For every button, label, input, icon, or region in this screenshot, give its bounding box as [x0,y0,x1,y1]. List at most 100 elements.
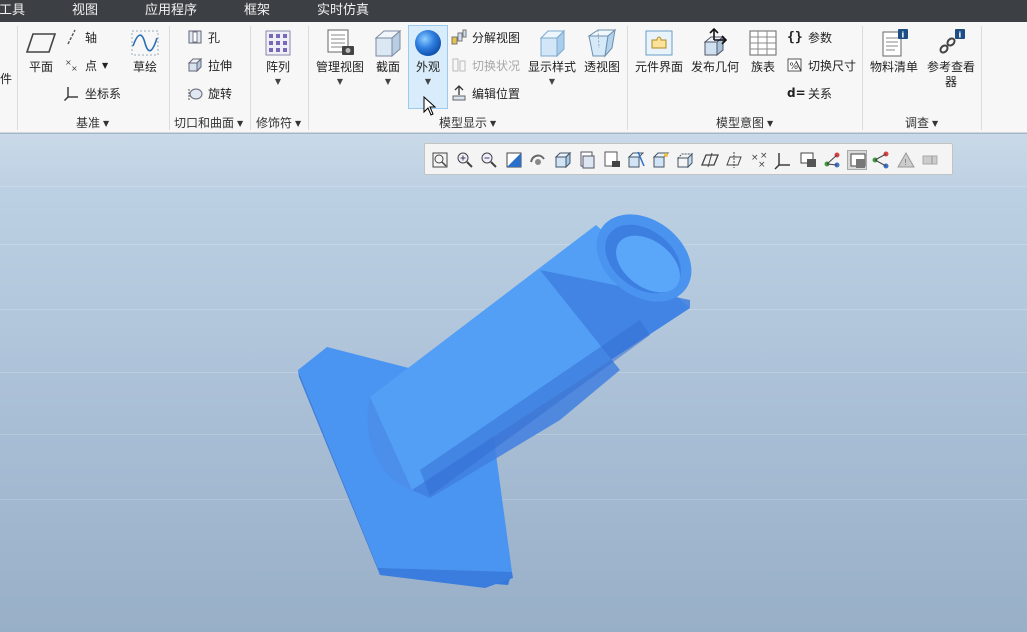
family-table-button[interactable]: 族表 [746,28,780,75]
datum-group-label[interactable]: 基准 ▼ [76,114,109,131]
model-intent-group-text: 模型意图 [716,116,765,130]
point-icon: × × [65,58,78,73]
revolve-button[interactable]: 旋转 [187,83,232,103]
exploded-view-label: 分解视图 [472,30,521,45]
annotation-display-icon[interactable] [798,150,818,170]
mouse-cursor-icon [423,96,437,116]
axis-icon [67,29,76,45]
appearance-button[interactable]: 外观 ▼ [410,28,446,87]
perspective-button[interactable]: 透视图 [583,28,621,75]
perspective-icon[interactable] [651,150,671,170]
separator [308,26,309,130]
menu-framework[interactable]: 框架 [244,2,270,19]
partial-left-label[interactable]: 件 [0,68,12,88]
axis-button[interactable]: 轴 [64,27,97,47]
repaint-icon[interactable] [504,150,524,170]
edit-position-label: 编辑位置 [472,86,521,101]
csys-label: 坐标系 [85,86,122,101]
spin-toggle-icon[interactable] [822,150,842,170]
datum-plane-display-icon[interactable] [700,150,720,170]
csys-display-icon[interactable] [773,150,793,170]
component-interface-label: 元件界面 [634,60,683,74]
publish-geometry-button[interactable]: 发布几何 [689,28,741,75]
cuts-surfaces-group-label[interactable]: 切口和曲面 ▼ [174,114,243,131]
toggle-status-button[interactable]: 切换状况 [451,55,520,75]
menu-tools[interactable]: 工具 [0,2,25,19]
toggle-status-icon [452,58,466,72]
edit-position-button[interactable]: 编辑位置 [451,83,520,103]
relations-button[interactable]: d= 关系 [787,83,832,103]
refit-icon[interactable] [430,150,450,170]
relations-icon: d= [787,86,806,100]
triangle-icon[interactable]: ! [896,150,916,170]
model-intent-group-label[interactable]: 模型意图 ▼ [716,114,773,131]
active-display-icon[interactable] [846,150,867,170]
sketch-button[interactable]: 草绘 [128,28,162,75]
chevron-down-icon: ▼ [932,119,939,128]
display-style-button[interactable]: 显示样式 ▼ [527,28,577,87]
point-dropdown-icon[interactable]: ▼ [102,61,108,70]
view-manager-icon[interactable] [602,150,622,170]
saved-orientations-icon[interactable] [577,150,597,170]
ribbon: 件 平面 轴 × × 点 ▼ 坐标系 草绘 基准 ▼ 孔 拉伸 旋转 切口和曲面… [0,22,1027,133]
point-button[interactable]: × × 点 ▼ [64,55,108,75]
exploded-view-button[interactable]: 分解视图 [451,27,520,47]
family-table-icon [749,30,777,56]
menu-view[interactable]: 视图 [72,2,98,19]
plane-button[interactable]: 平面 [25,28,57,75]
manage-views-button[interactable]: 管理视图 ▼ [314,28,366,87]
investigate-group-label[interactable]: 调查 ▼ [905,114,938,131]
chevron-down-icon[interactable]: ▼ [372,77,404,87]
point-label: 点 [85,58,98,73]
parameters-button[interactable]: {} 参数 [787,27,832,47]
model-3d-part[interactable] [0,134,1027,632]
bill-of-materials-icon: i [882,29,908,57]
svg-text:×: × [71,64,78,73]
separator [981,26,982,130]
pattern-button[interactable]: 阵列 ▼ [262,28,294,87]
csys-button[interactable]: 坐标系 [64,83,121,103]
hole-button[interactable]: 孔 [187,27,220,47]
network-icon[interactable] [871,150,891,170]
extrude-button[interactable]: 拉伸 [187,55,232,75]
extrude-icon [187,57,203,73]
publish-geometry-icon [703,28,728,57]
family-table-label: 族表 [750,60,775,74]
chevron-down-icon[interactable]: ▼ [314,77,366,87]
datum-group-text: 基准 [76,116,101,130]
separator [169,26,170,130]
datum-axis-display-icon[interactable] [724,150,744,170]
csys-icon [64,87,78,101]
section-button[interactable]: 截面 ▼ [372,28,404,87]
separator [627,26,628,130]
chevron-down-icon[interactable]: ▼ [410,77,446,87]
section-icon[interactable] [626,150,646,170]
bill-of-materials-button[interactable]: i 物料清单 [866,28,922,75]
reference-viewer-button[interactable]: i 参考查看器 [925,28,977,90]
modifiers-group-label[interactable]: 修饰符 ▼ [256,114,301,131]
model-display-group-label[interactable]: 模型显示 ▼ [439,114,496,131]
datum-point-display-icon[interactable]: × × × [749,150,769,170]
spin-center-icon[interactable] [528,150,548,170]
chevron-down-icon[interactable]: ▼ [527,77,577,87]
dimension-icon[interactable] [920,150,940,170]
investigate-group-text: 调查 [905,116,930,130]
publish-geometry-label: 发布几何 [690,60,739,74]
zoom-out-icon[interactable] [479,150,499,170]
component-interface-button[interactable]: 元件界面 [633,28,685,75]
chevron-down-icon: ▼ [490,119,497,128]
chevron-down-icon[interactable]: ▼ [262,77,294,87]
switch-dimensions-button[interactable]: % 切换尺寸 [787,55,856,75]
menu-applications[interactable]: 应用程序 [145,2,197,19]
svg-text:×: × [758,160,766,170]
display-style-icon[interactable] [553,150,573,170]
chevron-down-icon: ▼ [295,119,302,128]
menu-bar: 工具 视图 应用程序 框架 实时仿真 [0,0,1027,22]
separator [17,26,18,130]
reference-viewer-label: 参考查看器 [926,60,975,89]
parameters-label: 参数 [808,30,833,45]
zoom-in-icon[interactable] [455,150,475,170]
menu-realtime-simulation[interactable]: 实时仿真 [317,2,369,19]
appearance-icon[interactable] [675,150,695,170]
component-interface-icon [645,30,673,56]
